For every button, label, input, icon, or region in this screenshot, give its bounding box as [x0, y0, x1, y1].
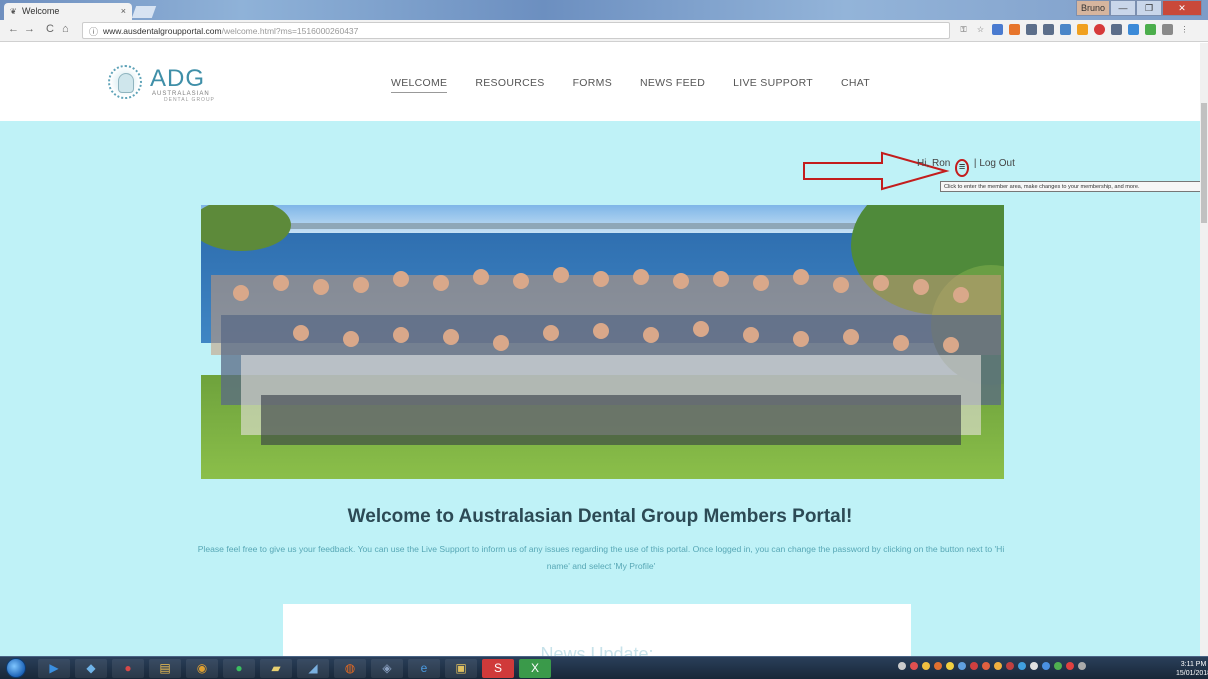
taskbar-clock[interactable]: 3:11 PM 15/01/2018: [1176, 660, 1208, 678]
main-nav: WELCOME RESOURCES FORMS NEWS FEED LIVE S…: [391, 77, 898, 93]
back-icon[interactable]: ←: [8, 23, 19, 35]
extension-icon[interactable]: [1026, 24, 1037, 35]
system-tray: [898, 662, 1086, 670]
tray-icon[interactable]: [898, 662, 906, 670]
site-header: ADG AUSTRALASIAN DENTAL GROUP WELCOME RE…: [0, 43, 1200, 121]
taskbar-apps: ▶ ◆ ● ▤ ◉ ● ▰ ◢ ◍ ◈ e ▣ S X: [38, 659, 551, 678]
page-scrollbar[interactable]: [1200, 43, 1208, 656]
extension-icon[interactable]: [1162, 24, 1173, 35]
tray-icon[interactable]: [1018, 662, 1026, 670]
address-bar[interactable]: ⓘ www.ausdentalgroupportal.com/welcome.h…: [82, 22, 950, 39]
tray-icon[interactable]: [1006, 662, 1014, 670]
spotify-icon[interactable]: ●: [223, 659, 255, 678]
browser-tab-strip: ❦ Welcome × Bruno — ❐ ✕: [0, 0, 1208, 20]
nav-news-feed[interactable]: NEWS FEED: [640, 77, 705, 93]
extension-icon[interactable]: [1009, 24, 1020, 35]
clock-time: 3:11 PM: [1180, 661, 1207, 668]
folder-icon[interactable]: ▤: [149, 659, 181, 678]
media-player-icon[interactable]: ▶: [38, 659, 70, 678]
new-tab-button[interactable]: [131, 6, 157, 18]
tray-icon[interactable]: [946, 662, 954, 670]
tray-icon[interactable]: [1066, 662, 1074, 670]
nav-live-support[interactable]: LIVE SUPPORT: [733, 77, 813, 93]
url-path: /welcome.html?ms=1516000260437: [221, 26, 359, 36]
tray-icon[interactable]: [970, 662, 978, 670]
app-icon[interactable]: ◈: [371, 659, 403, 678]
tab-close-icon[interactable]: ×: [121, 6, 126, 16]
app-icon[interactable]: ●: [112, 659, 144, 678]
logo-subtitle-2: DENTAL GROUP: [164, 97, 215, 103]
extension-icon[interactable]: [1060, 24, 1071, 35]
network-icon[interactable]: [1078, 662, 1086, 670]
tooltip: Click to enter the member area, make cha…: [940, 181, 1206, 192]
star-icon[interactable]: ☆: [975, 24, 986, 35]
nav-chat[interactable]: CHAT: [841, 77, 870, 93]
window-controls: Bruno — ❐ ✕: [1076, 0, 1202, 17]
app-icon[interactable]: S: [482, 659, 514, 678]
nav-welcome[interactable]: WELCOME: [391, 77, 448, 93]
scrollbar-thumb[interactable]: [1201, 103, 1207, 223]
app-icon[interactable]: ▰: [260, 659, 292, 678]
tray-icon[interactable]: [1054, 662, 1062, 670]
restore-button[interactable]: ❐: [1136, 0, 1162, 16]
logo-text: ADG: [150, 65, 206, 92]
chrome-icon[interactable]: ◉: [186, 659, 218, 678]
key-icon[interactable]: ⚿: [958, 24, 969, 35]
favicon-icon: ❦: [10, 7, 17, 16]
separator: |: [973, 158, 977, 169]
taskbar: ▶ ◆ ● ▤ ◉ ● ▰ ◢ ◍ ◈ e ▣ S X 3:11 PM 15/0…: [0, 656, 1208, 679]
menu-dots-icon[interactable]: ⋮: [1179, 24, 1190, 35]
extension-icon[interactable]: [1145, 24, 1156, 35]
tray-icon[interactable]: [1030, 662, 1038, 670]
group-photo: [201, 205, 1004, 479]
home-icon[interactable]: ⌂: [62, 23, 69, 35]
tray-icon[interactable]: [934, 662, 942, 670]
nav-forms[interactable]: FORMS: [573, 77, 612, 93]
welcome-title: Welcome to Australasian Dental Group Mem…: [347, 506, 853, 527]
user-bar: Hi, Ron ≡ | Log Out: [917, 158, 1015, 177]
browser-toolbar: ← → C ⌂ ⓘ www.ausdentalgroupportal.com/w…: [0, 20, 1208, 42]
tray-icon[interactable]: [982, 662, 990, 670]
url-host: www.ausdentalgroupportal.com: [103, 26, 222, 36]
site-info-icon[interactable]: ⓘ: [89, 25, 98, 38]
app-icon[interactable]: ◆: [75, 659, 107, 678]
member-menu-icon[interactable]: ≡: [955, 159, 970, 177]
nav-resources[interactable]: RESOURCES: [475, 77, 544, 93]
extension-icons: ⚿ ☆ ⋮: [958, 24, 1190, 35]
extension-icon[interactable]: [1077, 24, 1088, 35]
tooth-logo-icon: [108, 65, 142, 99]
extension-icon[interactable]: [992, 24, 1003, 35]
close-window-button[interactable]: ✕: [1162, 0, 1202, 16]
browser-tab[interactable]: ❦ Welcome ×: [4, 3, 132, 20]
app-icon[interactable]: ◢: [297, 659, 329, 678]
logo[interactable]: ADG AUSTRALASIAN DENTAL GROUP: [108, 65, 228, 103]
extension-icon[interactable]: [1043, 24, 1054, 35]
clock-date: 15/01/2018: [1176, 670, 1208, 677]
extension-icon[interactable]: [1094, 24, 1105, 35]
welcome-text: Please feel free to give us your feedbac…: [197, 544, 1005, 571]
tray-icon[interactable]: [1042, 662, 1050, 670]
ie-icon[interactable]: e: [408, 659, 440, 678]
start-button[interactable]: [6, 658, 26, 678]
forward-icon[interactable]: →: [24, 23, 35, 35]
user-greeting: Hi, Ron: [917, 158, 951, 169]
excel-icon[interactable]: X: [519, 659, 551, 678]
news-card: News Update:: [283, 604, 911, 664]
extension-icon[interactable]: [1111, 24, 1122, 35]
firefox-icon[interactable]: ◍: [334, 659, 366, 678]
tray-icon[interactable]: [910, 662, 918, 670]
profile-button[interactable]: Bruno: [1076, 0, 1110, 16]
tray-icon[interactable]: [958, 662, 966, 670]
tab-title: Welcome: [22, 6, 60, 16]
minimize-button[interactable]: —: [1110, 0, 1136, 16]
tray-icon[interactable]: [922, 662, 930, 670]
tray-icon[interactable]: [994, 662, 1002, 670]
app-icon[interactable]: ▣: [445, 659, 477, 678]
extension-icon[interactable]: [1128, 24, 1139, 35]
logout-link[interactable]: Log Out: [979, 158, 1015, 169]
main-content: Hi, Ron ≡ | Log Out Click to enter the m…: [0, 121, 1206, 664]
reload-icon[interactable]: C: [46, 23, 54, 35]
